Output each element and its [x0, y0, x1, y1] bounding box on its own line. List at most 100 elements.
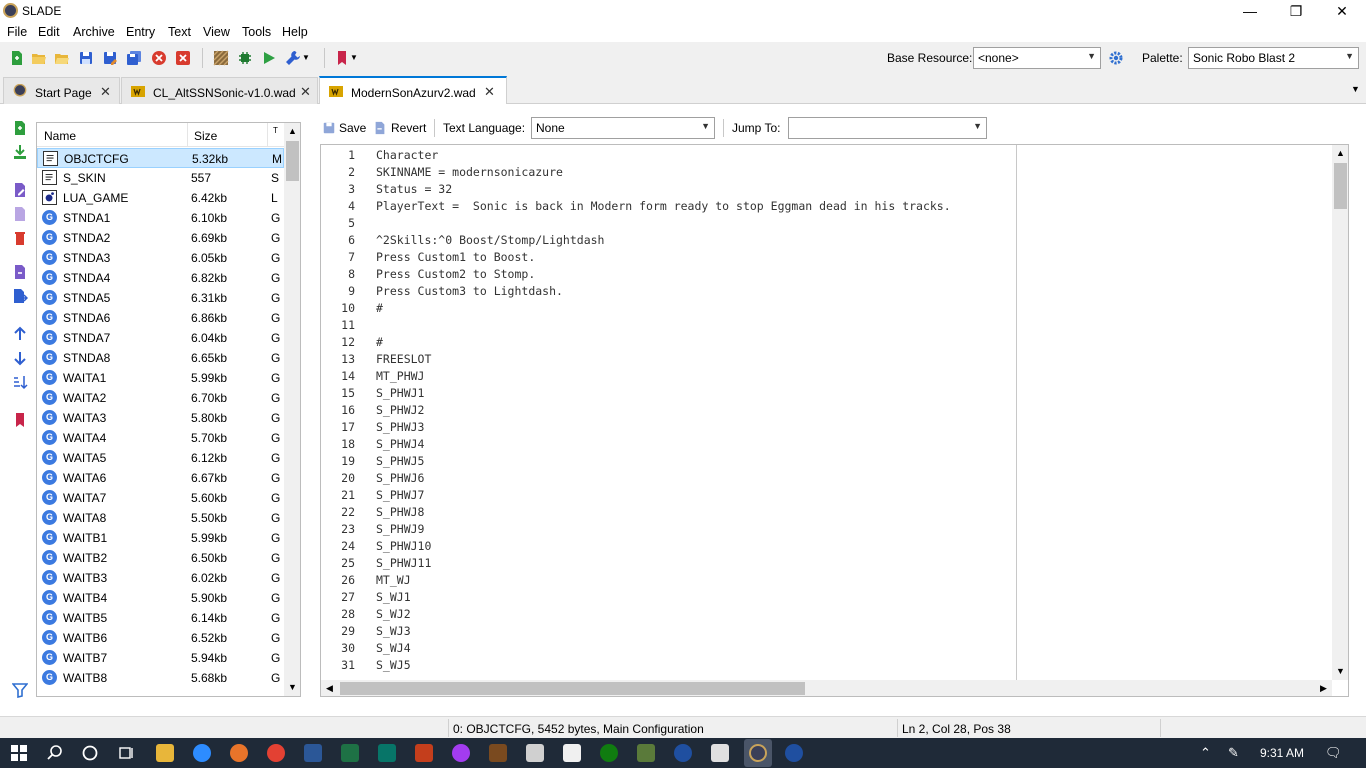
- code-line[interactable]: S_WJ1: [376, 590, 411, 604]
- entry-list-scrollbar[interactable]: ▲ ▼: [284, 123, 300, 696]
- code-line[interactable]: S_PHWJ11: [376, 556, 431, 570]
- code-line[interactable]: Character: [376, 148, 438, 162]
- entry-row[interactable]: G STNDA3 6.05kb G: [37, 248, 284, 268]
- messenger-icon[interactable]: [452, 744, 470, 762]
- move-up-icon[interactable]: [12, 326, 28, 342]
- rename-entry-icon[interactable]: [12, 182, 28, 198]
- menu-view[interactable]: View: [203, 25, 230, 39]
- entry-row[interactable]: G WAITB5 6.14kb G: [37, 608, 284, 628]
- code-line[interactable]: ^2Skills:^0 Boost/Stomp/Lightdash: [376, 233, 604, 247]
- sort-icon[interactable]: [12, 374, 28, 390]
- code-line[interactable]: S_PHWJ6: [376, 471, 424, 485]
- menu-archive[interactable]: Archive: [73, 25, 115, 39]
- publisher-icon[interactable]: [378, 744, 396, 762]
- slade-taskbar-icon[interactable]: [744, 739, 772, 767]
- code-line[interactable]: S_PHWJ9: [376, 522, 424, 536]
- code-line[interactable]: Press Custom3 to Lightdash.: [376, 284, 563, 298]
- powerpoint-icon[interactable]: [415, 744, 433, 762]
- blender-icon[interactable]: [230, 744, 248, 762]
- export-entry-icon[interactable]: [12, 264, 28, 280]
- column-header-name[interactable]: Name: [44, 129, 76, 143]
- app-icon[interactable]: [526, 744, 544, 762]
- search-icon[interactable]: [46, 744, 64, 762]
- store-icon[interactable]: [563, 744, 581, 762]
- cortana-icon[interactable]: [81, 744, 99, 762]
- code-line[interactable]: S_PHWJ1: [376, 386, 424, 400]
- menu-file[interactable]: File: [7, 25, 27, 39]
- editor-horizontal-scrollbar[interactable]: ◀ ▶: [321, 680, 1332, 696]
- menu-entry[interactable]: Entry: [126, 25, 155, 39]
- windows-start-icon[interactable]: [10, 744, 28, 762]
- close-tab-icon[interactable]: ✕: [300, 84, 311, 100]
- entry-row[interactable]: G WAITA2 6.70kb G: [37, 388, 284, 408]
- close-all-icon[interactable]: [175, 50, 191, 66]
- task-view-icon[interactable]: [117, 744, 135, 762]
- jump-to-select[interactable]: ▼: [788, 117, 987, 139]
- save-all-icon[interactable]: [126, 50, 142, 66]
- text-language-select[interactable]: None ▼: [531, 117, 715, 139]
- new-archive-icon[interactable]: [9, 50, 25, 66]
- code-line[interactable]: MT_PHWJ: [376, 369, 424, 383]
- scroll-down-icon[interactable]: ▼: [1332, 663, 1348, 680]
- code-area[interactable]: Character SKINNAME = modernsonicazure Stat…: [376, 145, 1331, 680]
- pen-icon[interactable]: ✎: [1228, 745, 1239, 761]
- column-separator[interactable]: [187, 123, 188, 147]
- open-directory-icon[interactable]: [54, 50, 70, 66]
- scroll-up-icon[interactable]: ▲: [1332, 145, 1348, 162]
- file-explorer-icon[interactable]: [156, 744, 174, 762]
- entry-row[interactable]: G STNDA6 6.86kb G: [37, 308, 284, 328]
- open-archive-icon[interactable]: [31, 50, 47, 66]
- entry-row[interactable]: S_SKIN 557 S: [37, 168, 284, 188]
- code-line[interactable]: MT_WJ: [376, 573, 411, 587]
- column-separator[interactable]: [267, 123, 268, 147]
- text-editor[interactable]: 1 2 3 4 5 6 7 8 9 10 11 12 13 14 15 16 17 18 19 20 21 22 23 24 2…: [320, 144, 1349, 697]
- srb2-icon[interactable]: [785, 744, 803, 762]
- bookmark-icon[interactable]: [12, 412, 28, 428]
- entry-row[interactable]: G WAITB2 6.50kb G: [37, 548, 284, 568]
- map-editor-icon[interactable]: [237, 50, 253, 66]
- editor-vertical-scrollbar[interactable]: ▲ ▼: [1332, 145, 1348, 680]
- entry-row[interactable]: G WAITA5 6.12kb G: [37, 448, 284, 468]
- tools-icon[interactable]: [285, 50, 301, 66]
- close-window-button[interactable]: ✕: [1319, 0, 1365, 22]
- save-as-icon[interactable]: [102, 50, 118, 66]
- entry-row[interactable]: G WAITB1 5.99kb G: [37, 528, 284, 548]
- entry-row[interactable]: G STNDA5 6.31kb G: [37, 288, 284, 308]
- tab-cl-altssnsonic[interactable]: CL_AltSSNSonic-v1.0.wad ✕: [121, 77, 318, 104]
- excel-icon[interactable]: [341, 744, 359, 762]
- code-line[interactable]: S_PHWJ7: [376, 488, 424, 502]
- code-line[interactable]: #: [376, 301, 383, 315]
- sonic-icon[interactable]: [674, 744, 692, 762]
- game-icon[interactable]: [637, 744, 655, 762]
- word-icon[interactable]: [304, 744, 322, 762]
- code-line[interactable]: Status = 32: [376, 182, 452, 196]
- save-icon[interactable]: [78, 50, 94, 66]
- scroll-right-icon[interactable]: ▶: [1315, 680, 1332, 696]
- entry-row[interactable]: G WAITB7 5.94kb G: [37, 648, 284, 668]
- code-line[interactable]: #: [376, 335, 383, 349]
- run-icon[interactable]: [261, 50, 277, 66]
- scrollbar-thumb[interactable]: [340, 682, 805, 695]
- code-line[interactable]: S_PHWJ10: [376, 539, 431, 553]
- column-header-size[interactable]: Size: [194, 129, 217, 143]
- code-line[interactable]: PlayerText = Sonic is back in Modern for…: [376, 199, 951, 213]
- minecraft-icon[interactable]: [489, 744, 507, 762]
- tools-dropdown-arrow[interactable]: ▼: [302, 53, 310, 62]
- game-controller-icon[interactable]: [711, 744, 729, 762]
- palette-select[interactable]: Sonic Robo Blast 2 ▼: [1188, 47, 1359, 69]
- code-line[interactable]: FREESLOT: [376, 352, 431, 366]
- bookmark-dropdown-arrow[interactable]: ▼: [350, 53, 358, 62]
- texture-editor-icon[interactable]: [213, 50, 229, 66]
- entry-row[interactable]: G STNDA7 6.04kb G: [37, 328, 284, 348]
- tray-expand-icon[interactable]: ⌃: [1200, 745, 1211, 761]
- gear-icon[interactable]: [1108, 50, 1124, 66]
- scroll-down-icon[interactable]: ▼: [284, 679, 300, 696]
- clock[interactable]: 9:31 AM: [1260, 746, 1304, 760]
- entry-row[interactable]: G WAITB6 6.52kb G: [37, 628, 284, 648]
- revert-entry-button[interactable]: Revert: [391, 121, 426, 135]
- close-tab-icon[interactable]: ✕: [484, 84, 495, 100]
- code-line[interactable]: S_PHWJ2: [376, 403, 424, 417]
- entry-row[interactable]: G WAITA1 5.99kb G: [37, 368, 284, 388]
- move-down-icon[interactable]: [12, 350, 28, 366]
- base-resource-select[interactable]: <none> ▼: [973, 47, 1101, 69]
